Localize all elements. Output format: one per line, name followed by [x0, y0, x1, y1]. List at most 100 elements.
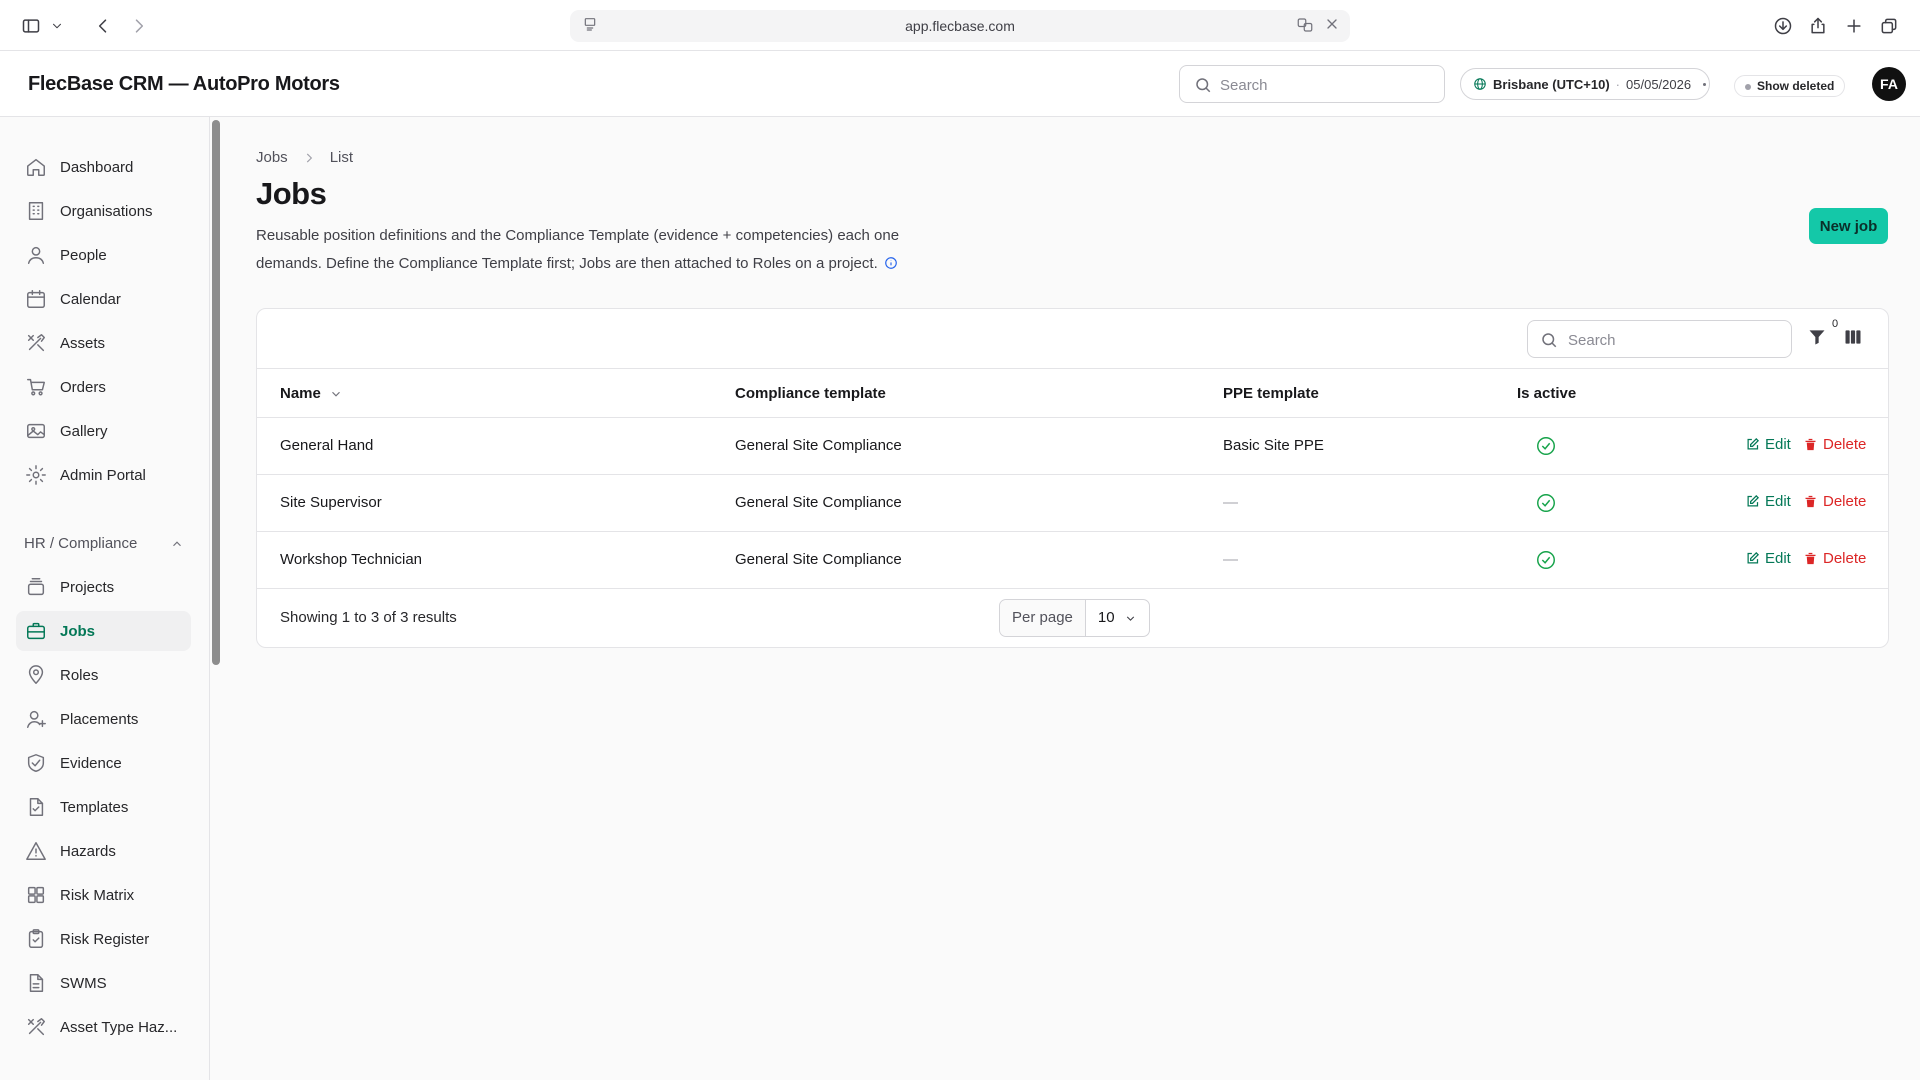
separator-dot: ·	[1615, 76, 1621, 92]
address-bar[interactable]: app.flecbase.com	[570, 10, 1350, 42]
sidebar-section-hr-compliance[interactable]: HR / Compliance	[24, 535, 184, 552]
page-title: Jobs	[256, 176, 327, 211]
tabs-overview-icon[interactable]	[1876, 13, 1902, 39]
check-circle-icon	[1535, 435, 1557, 457]
sidebar-item-calendar[interactable]: Calendar	[16, 279, 191, 319]
new-job-button[interactable]: New job	[1809, 208, 1888, 244]
edit-label: Edit	[1765, 550, 1791, 567]
global-search[interactable]	[1179, 65, 1445, 103]
cell-name: Site Supervisor	[280, 494, 382, 511]
url-text: app.flecbase.com	[905, 18, 1015, 34]
table-header: Name Compliance template PPE template Is…	[257, 368, 1888, 418]
table-row[interactable]: General Hand General Site Compliance Bas…	[257, 418, 1888, 475]
user-avatar[interactable]: FA	[1872, 67, 1906, 101]
sidebar-item-label: Projects	[60, 578, 115, 596]
document-icon	[29, 974, 44, 992]
table-search[interactable]	[1527, 320, 1792, 358]
edit-button[interactable]: Edit	[1745, 436, 1791, 453]
filter-icon[interactable]	[1807, 327, 1829, 349]
breadcrumb-list: List	[329, 149, 354, 166]
columns-icon[interactable]	[1843, 327, 1865, 349]
menu-dot-icon	[1703, 82, 1707, 86]
user-plus-icon	[27, 710, 46, 728]
sidebar-item-label: Calendar	[60, 290, 121, 308]
per-page-select[interactable]: 10	[1086, 600, 1149, 636]
sidebar-item-admin-portal[interactable]: Admin Portal	[16, 455, 191, 495]
share-icon[interactable]	[1805, 13, 1831, 39]
download-icon[interactable]	[1770, 13, 1796, 39]
sidebar-item-label: Risk Register	[60, 930, 150, 948]
sidebar-item-label: SWMS	[60, 974, 107, 992]
cell-compliance: General Site Compliance	[735, 494, 902, 511]
page-description: Reusable position definitions and the Co…	[256, 222, 956, 278]
sidebar-item-label: Assets	[60, 334, 106, 352]
edit-button[interactable]: Edit	[1745, 550, 1791, 567]
back-icon[interactable]	[90, 13, 116, 39]
shield-check-icon	[27, 754, 45, 772]
breadcrumb-jobs[interactable]: Jobs	[256, 149, 288, 166]
global-search-input[interactable]	[1220, 74, 1430, 96]
delete-button[interactable]: Delete	[1803, 550, 1866, 567]
browser-toolbar: app.flecbase.com	[0, 0, 1920, 51]
edit-icon	[1747, 437, 1760, 450]
section-label: HR / Compliance	[24, 535, 138, 552]
sidebar-item-people[interactable]: People	[16, 235, 191, 275]
sidebar-item-label: Asset Type Haz...	[60, 1018, 178, 1036]
per-page-selector[interactable]: Per page 10	[999, 599, 1150, 637]
app-header: FlecBase CRM — AutoPro Motors Brisbane (…	[0, 51, 1920, 117]
sidebar-item-orders[interactable]: Orders	[16, 367, 191, 407]
chevron-down-icon[interactable]	[48, 13, 66, 39]
translate-icon[interactable]	[1296, 16, 1314, 39]
sidebar-item-hazards[interactable]: Hazards	[16, 831, 191, 871]
edit-button[interactable]: Edit	[1745, 493, 1791, 510]
sidebar-toggle-icon[interactable]	[18, 13, 44, 39]
sidebar-item-swms[interactable]: SWMS	[16, 963, 191, 1003]
per-page-value: 10	[1097, 609, 1115, 626]
sidebar-item-dashboard[interactable]: Dashboard	[16, 147, 191, 187]
app-title: FlecBase CRM — AutoPro Motors	[28, 73, 340, 95]
sidebar-item-roles[interactable]: Roles	[16, 655, 191, 695]
sidebar-item-label: Roles	[60, 666, 99, 684]
info-icon[interactable]	[884, 252, 898, 269]
grid-icon	[27, 886, 45, 904]
chevron-down-icon	[1126, 616, 1135, 621]
timezone-selector[interactable]: Brisbane (UTC+10) · 05/05/2026	[1460, 68, 1710, 100]
warning-icon	[26, 842, 46, 860]
check-circle-icon	[1535, 492, 1557, 514]
sidebar-item-jobs[interactable]: Jobs	[16, 611, 191, 651]
new-tab-icon[interactable]	[1841, 13, 1867, 39]
sidebar-item-placements[interactable]: Placements	[16, 699, 191, 739]
cell-name: General Hand	[280, 437, 374, 454]
sort-chevron-down-icon	[331, 391, 340, 397]
stack-icon	[27, 578, 45, 596]
show-deleted-toggle[interactable]: Show deleted	[1734, 75, 1846, 97]
delete-button[interactable]: Delete	[1803, 493, 1866, 510]
forward-icon[interactable]	[126, 13, 152, 39]
column-header-ppe: PPE template	[1223, 385, 1319, 402]
file-check-icon	[29, 798, 44, 816]
delete-button[interactable]: Delete	[1803, 436, 1866, 453]
globe-icon	[1474, 78, 1486, 90]
sidebar-item-templates[interactable]: Templates	[16, 787, 191, 827]
table-row[interactable]: Site Supervisor General Site Compliance …	[257, 475, 1888, 532]
per-page-label: Per page	[1000, 600, 1086, 636]
sidebar-item-risk-register[interactable]: Risk Register	[16, 919, 191, 959]
sidebar-item-evidence[interactable]: Evidence	[16, 743, 191, 783]
sidebar-item-projects[interactable]: Projects	[16, 567, 191, 607]
map-pin-icon	[28, 665, 44, 684]
sidebar: Dashboard Organisations People Calendar …	[0, 117, 210, 1080]
sidebar-item-gallery[interactable]: Gallery	[16, 411, 191, 451]
sidebar-item-asset-type-hazards[interactable]: Asset Type Haz...	[16, 1007, 191, 1047]
sidebar-item-risk-matrix[interactable]: Risk Matrix	[16, 875, 191, 915]
sidebar-scrollbar[interactable]	[212, 120, 220, 665]
column-header-name[interactable]: Name	[280, 385, 343, 402]
sidebar-item-assets[interactable]: Assets	[16, 323, 191, 363]
table-search-input[interactable]	[1568, 329, 1778, 351]
column-header-active: Is active	[1517, 385, 1577, 402]
edit-label: Edit	[1765, 436, 1791, 453]
table-row[interactable]: Workshop Technician General Site Complia…	[257, 532, 1888, 589]
close-icon[interactable]	[1324, 16, 1340, 37]
pagination-summary: Showing 1 to 3 of 3 results	[280, 609, 457, 626]
sidebar-item-organisations[interactable]: Organisations	[16, 191, 191, 231]
column-header-compliance: Compliance template	[735, 385, 886, 402]
